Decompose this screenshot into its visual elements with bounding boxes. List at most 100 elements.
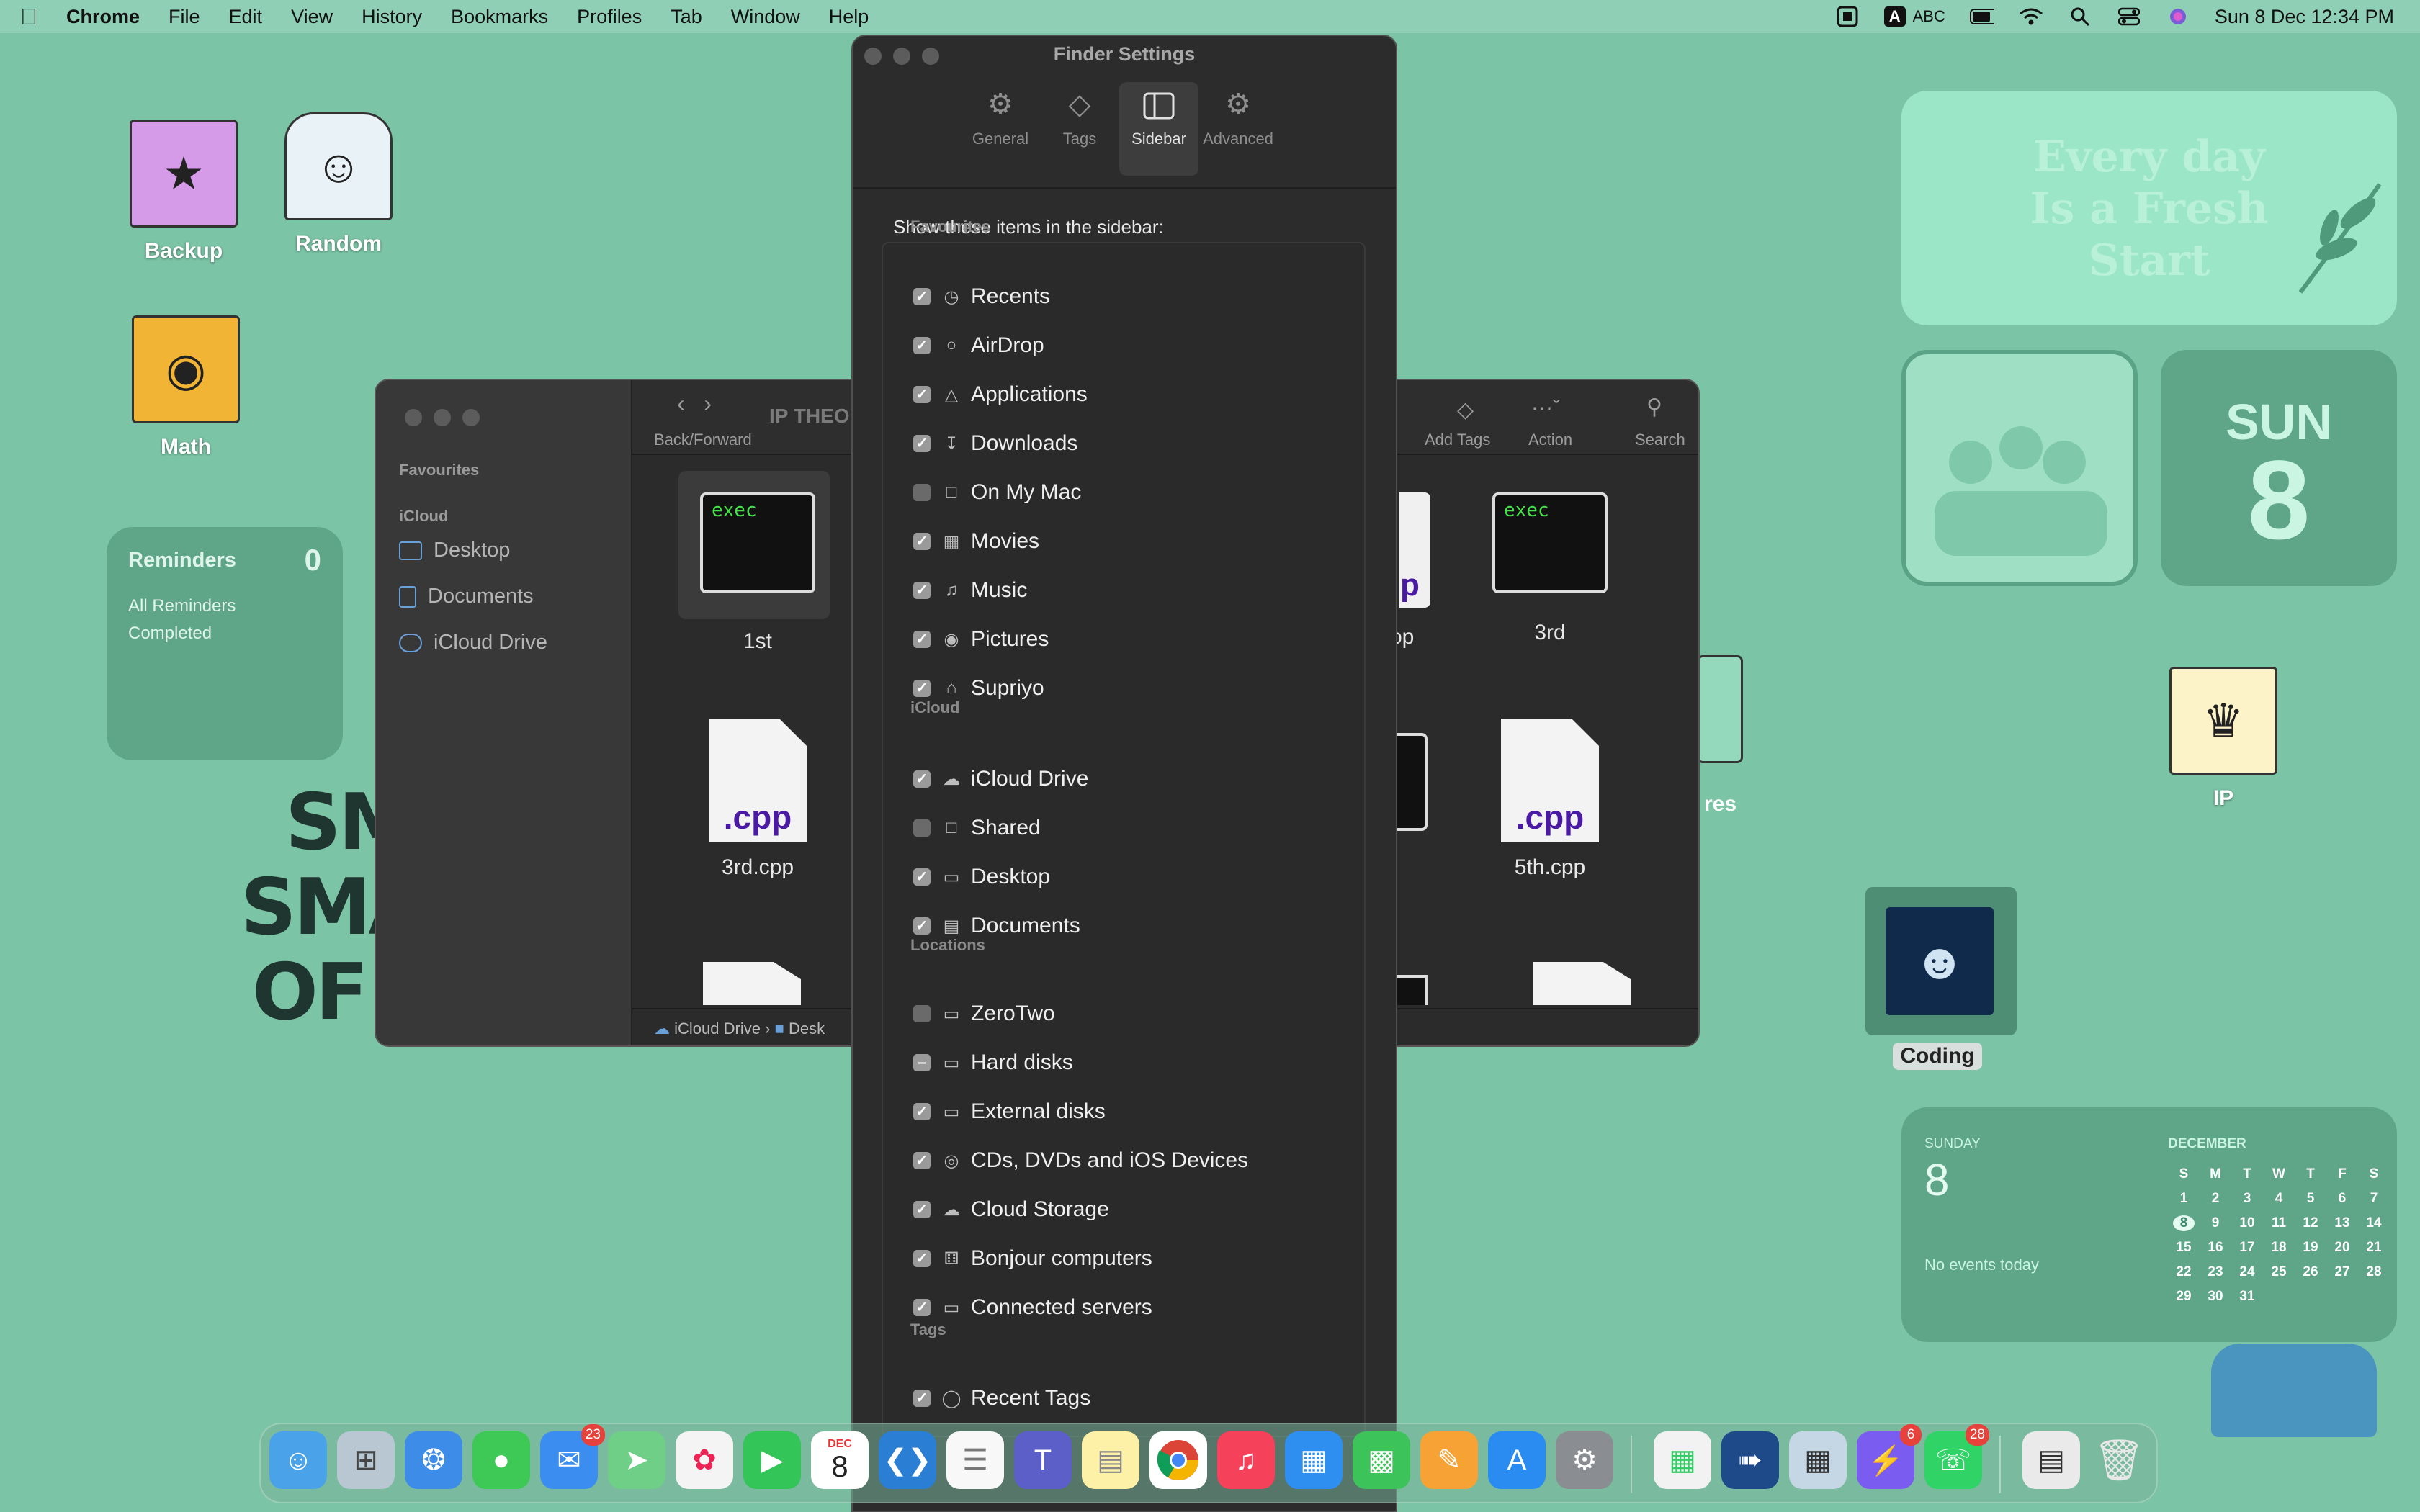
spotlight-search-icon[interactable]	[2068, 6, 2092, 27]
sidebar-option-shared[interactable]: □ Shared	[913, 816, 1041, 840]
photo-widget[interactable]	[1901, 350, 2138, 586]
menu-tab[interactable]: Tab	[671, 6, 702, 28]
checkbox[interactable]	[913, 1005, 931, 1022]
sidebar-option-zerotwo[interactable]: ▭ ZeroTwo	[913, 1002, 1055, 1026]
music-icon[interactable]: ♫	[1217, 1431, 1275, 1489]
tab-advanced[interactable]: ⚙ Advanced	[1198, 82, 1278, 176]
checkbox[interactable]	[913, 819, 931, 837]
checkbox[interactable]: ✓	[913, 1152, 931, 1169]
safari-icon[interactable]: ❂	[405, 1431, 462, 1489]
teams-icon[interactable]: T	[1014, 1431, 1072, 1489]
mail-icon[interactable]: ✉ 23	[540, 1424, 605, 1489]
sidebar-option-applications[interactable]: ✓ △ Applications	[913, 382, 1088, 407]
menu-edit[interactable]: Edit	[229, 6, 263, 28]
close-button[interactable]	[405, 409, 422, 426]
checkbox[interactable]: ✓	[913, 435, 931, 452]
trash-icon[interactable]: 🗑	[2090, 1431, 2148, 1489]
apple-menu-icon[interactable]: 	[20, 4, 37, 30]
sidebar-option-movies[interactable]: ✓ ▦ Movies	[913, 529, 1039, 554]
finder-sidebar-desktop[interactable]: Desktop	[399, 539, 510, 562]
coding-folder[interactable]: ☻ Coding	[1865, 887, 2017, 1070]
sidebar-option-airdrop[interactable]: ✓ ○ AirDrop	[913, 333, 1044, 358]
checkbox[interactable]: ✓	[913, 1103, 931, 1120]
checkbox[interactable]: ✓	[913, 337, 931, 354]
file-3rd[interactable]: exec 3rd	[1471, 471, 1629, 645]
quote-widget[interactable]: Every day Is a Fresh Start	[1901, 91, 2397, 325]
sidebar-option-on-my-mac[interactable]: □ On My Mac	[913, 480, 1081, 505]
checkbox[interactable]: ✓	[913, 582, 931, 599]
checkbox[interactable]: ✓	[913, 533, 931, 550]
sidebar-option-recent-tags[interactable]: ✓ ◯ Recent Tags	[913, 1386, 1090, 1410]
sidebar-option-bonjour[interactable]: ✓ ⚅ Bonjour computers	[913, 1246, 1152, 1271]
preview-icon[interactable]: ▦	[1789, 1431, 1847, 1489]
facetime-icon[interactable]: ▶	[743, 1431, 801, 1489]
input-source[interactable]: A ABC	[1883, 6, 1945, 27]
checkbox[interactable]: ✓	[913, 917, 931, 935]
tab-sidebar[interactable]: Sidebar	[1119, 82, 1198, 176]
reminders-widget[interactable]: Reminders 0 All Reminders Completed	[107, 527, 343, 760]
checkbox[interactable]: ✓	[913, 631, 931, 648]
maps-icon[interactable]: ➤	[608, 1431, 666, 1489]
checkbox[interactable]: ✓	[913, 1390, 931, 1407]
checkbox[interactable]: ✓	[913, 288, 931, 305]
checkbox[interactable]: ✓	[913, 1201, 931, 1218]
backup-folder[interactable]: ★ Backup	[112, 120, 256, 264]
menu-help[interactable]: Help	[829, 6, 869, 28]
tab-general[interactable]: ⚙ General	[961, 82, 1040, 176]
checkbox[interactable]: ✓	[913, 770, 931, 788]
zoom-button[interactable]	[462, 409, 480, 426]
ip-folder[interactable]: ♛ IP	[2151, 667, 2295, 811]
remote-desktop-icon[interactable]: ➠	[1721, 1431, 1779, 1489]
sidebar-option-hard-disks[interactable]: – ▭ Hard disks	[913, 1050, 1073, 1075]
photos-icon[interactable]: ✿	[676, 1431, 733, 1489]
messenger-icon[interactable]: ⚡ 6	[1857, 1424, 1922, 1489]
sidebar-option-connected-servers[interactable]: ✓ ▭ Connected servers	[913, 1295, 1152, 1320]
messages-icon[interactable]: ●	[472, 1431, 530, 1489]
sidebar-option-documents[interactable]: ✓ ▤ Documents	[913, 914, 1080, 938]
tab-tags[interactable]: ◇ Tags	[1040, 82, 1119, 176]
checkbox[interactable]: ✓	[913, 680, 931, 697]
sidebar-option-icloud-drive[interactable]: ✓ ☁ iCloud Drive	[913, 767, 1088, 791]
menu-app-name[interactable]: Chrome	[66, 6, 140, 28]
vscode-icon[interactable]: ❮❯	[879, 1431, 936, 1489]
finder-app-icon[interactable]: ☺	[269, 1431, 327, 1489]
whatsapp-icon[interactable]: ☏ 28	[1924, 1424, 1989, 1489]
file-5th-cpp[interactable]: .cpp 5th.cpp	[1471, 719, 1629, 880]
keynote-icon[interactable]: ▦	[1285, 1431, 1343, 1489]
chrome-window-thumbnail[interactable]: ▤	[2022, 1431, 2080, 1489]
minimize-button[interactable]	[434, 409, 451, 426]
stage-manager-icon[interactable]	[1835, 6, 1860, 27]
math-folder[interactable]: ◉ Math	[114, 315, 258, 459]
action-icon[interactable]: ⋯ˇ	[1531, 396, 1560, 421]
system-settings-icon[interactable]: ⚙	[1556, 1431, 1613, 1489]
path-desktop[interactable]: Desk	[789, 1020, 825, 1038]
sidebar-option-music[interactable]: ✓ ♫ Music	[913, 578, 1027, 603]
reminders-app-icon[interactable]: ☰	[946, 1431, 1004, 1489]
siri-icon[interactable]	[2166, 6, 2190, 27]
menu-profiles[interactable]: Profiles	[577, 6, 642, 28]
menu-history[interactable]: History	[362, 6, 422, 28]
path-icloud-drive[interactable]: iCloud Drive	[674, 1020, 761, 1038]
wifi-icon[interactable]	[2019, 6, 2043, 27]
sidebar-option-desktop[interactable]: ✓ ▭ Desktop	[913, 865, 1050, 889]
battery-icon[interactable]	[1969, 6, 1994, 27]
chrome-icon[interactable]	[1150, 1431, 1207, 1489]
menu-view[interactable]: View	[291, 6, 333, 28]
checkbox[interactable]: ✓	[913, 1299, 931, 1316]
sidebar-option-cloud-storage[interactable]: ✓ ☁ Cloud Storage	[913, 1197, 1109, 1222]
checkbox[interactable]: ✓	[913, 386, 931, 403]
finder-settings-window[interactable]: Finder Settings ⚙ General ◇ Tags Sidebar…	[851, 35, 1397, 1512]
calendar-app-icon[interactable]: DEC 8	[811, 1431, 869, 1489]
app-store-icon[interactable]: A	[1488, 1431, 1546, 1489]
finder-sidebar-documents[interactable]: Documents	[399, 585, 534, 608]
checkbox[interactable]: –	[913, 1054, 931, 1071]
launchpad-icon[interactable]: ⊞	[337, 1431, 395, 1489]
checkbox[interactable]: ✓	[913, 1250, 931, 1267]
sidebar-option-external-disks[interactable]: ✓ ▭ External disks	[913, 1099, 1106, 1124]
widget-app-icon[interactable]: ▦	[1654, 1431, 1711, 1489]
random-folder[interactable]: ☺ Random	[266, 112, 411, 256]
notes-icon[interactable]: ▤	[1082, 1431, 1139, 1489]
sidebar-option-recents[interactable]: ✓ ◷ Recents	[913, 284, 1050, 309]
search-icon[interactable]: ⚲	[1646, 395, 1662, 420]
checkbox[interactable]: ✓	[913, 868, 931, 886]
